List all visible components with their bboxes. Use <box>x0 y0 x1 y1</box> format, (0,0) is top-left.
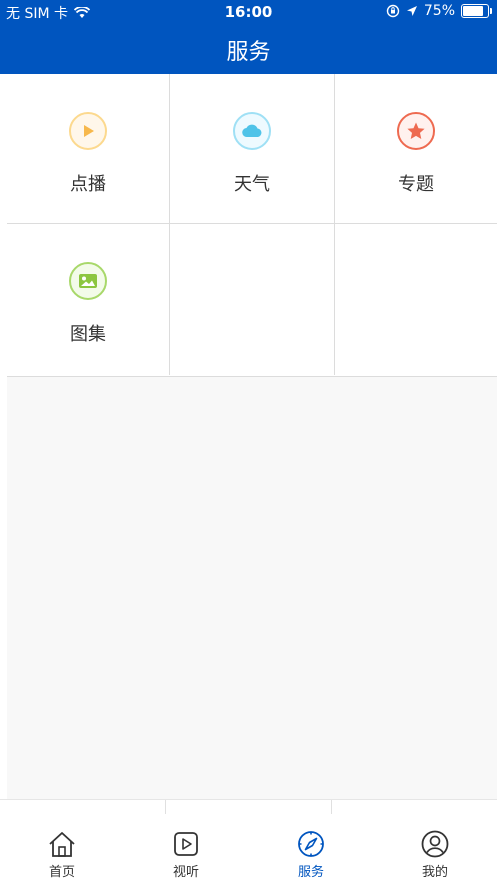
service-item-gallery[interactable]: 图集 <box>7 224 170 375</box>
tab-label: 首页 <box>48 865 75 880</box>
service-label: 专题 <box>398 174 434 195</box>
tab-home[interactable]: 首页 <box>22 830 102 880</box>
tab-profile[interactable]: 我的 <box>395 830 475 880</box>
battery-icon <box>461 4 492 18</box>
nav-bar: 服务 <box>0 24 497 74</box>
service-label: 天气 <box>234 174 270 195</box>
tab-media[interactable]: 视听 <box>146 830 226 880</box>
service-item-topic[interactable]: 专题 <box>335 74 497 224</box>
orientation-lock-icon <box>386 4 400 18</box>
play-box-icon <box>174 832 198 856</box>
compass-icon <box>298 831 324 857</box>
home-icon <box>49 832 75 857</box>
service-item-weather[interactable]: 天气 <box>170 74 335 224</box>
play-icon <box>69 112 107 150</box>
service-grid: 点播 天气 专题 图集 <box>7 74 497 377</box>
tab-label: 服务 <box>297 865 324 880</box>
location-icon <box>406 6 417 16</box>
service-label: 点播 <box>70 174 106 195</box>
image-icon <box>69 262 107 300</box>
cloud-icon <box>233 112 271 150</box>
tab-label: 视听 <box>172 865 199 880</box>
tab-label: 我的 <box>421 865 448 880</box>
service-item-vod[interactable]: 点播 <box>7 74 170 224</box>
star-icon <box>397 112 435 150</box>
service-label: 图集 <box>70 324 106 345</box>
user-icon <box>421 830 449 858</box>
tab-bar: 首页 视听 服务 我的 <box>0 799 497 884</box>
battery-percent: 75% <box>423 3 455 19</box>
empty-cell <box>335 224 497 375</box>
tab-services[interactable]: 服务 <box>271 830 351 880</box>
empty-cell <box>170 224 335 375</box>
page-title: 服务 <box>226 40 271 65</box>
status-bar: 无 SIM 卡 16:00 75% <box>0 0 497 24</box>
